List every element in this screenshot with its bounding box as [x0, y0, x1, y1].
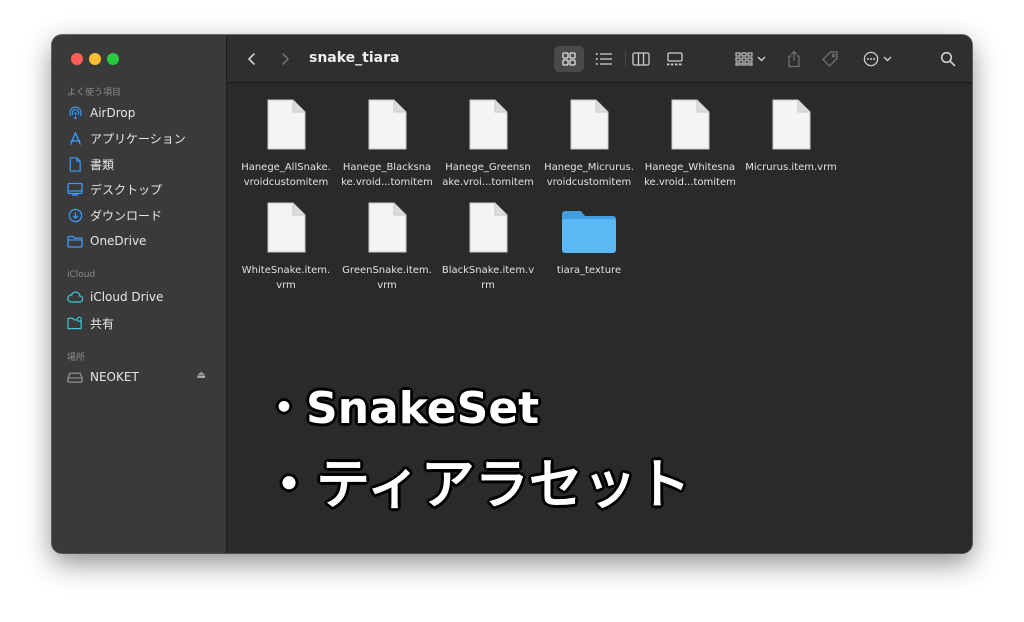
sidebar-item-downloads[interactable]: ダウンロード: [62, 204, 218, 226]
file-name: BlackSnake.item.v rm: [441, 265, 535, 291]
sidebar-item-label: デスクトップ: [90, 182, 163, 197]
sidebar-item-airdrop[interactable]: AirDrop: [62, 102, 218, 124]
desktop-icon: [67, 181, 83, 197]
file-name: Hanege_Micrurus. vroidcustomitem: [544, 162, 634, 188]
document-icon: [266, 99, 306, 151]
sidebar: よく使う項目 AirDrop アプリケーション 書類 デスクトップ ダウンロード…: [52, 35, 227, 553]
folder-icon: [67, 233, 83, 249]
chevron-right-icon: [282, 53, 289, 65]
gallery-view-button[interactable]: [663, 48, 687, 70]
file-item[interactable]: Hanege_Micrurus. vroidcustomitem: [539, 99, 639, 190]
file-item[interactable]: Micrurus.item.vrm: [741, 99, 841, 175]
document-icon: [771, 99, 811, 151]
file-name: GreenSnake.item. vrm: [342, 265, 432, 291]
share-button[interactable]: [783, 48, 805, 70]
sidebar-item-label: 共有: [90, 316, 115, 331]
file-item[interactable]: WhiteSnake.item. vrm: [236, 202, 336, 293]
file-item[interactable]: GreenSnake.item. vrm: [337, 202, 437, 293]
toolbar: snake_tiara: [227, 35, 972, 83]
sidebar-item-label: iCloud Drive: [90, 290, 164, 304]
group-by-button[interactable]: [732, 48, 768, 70]
folder-item[interactable]: tiara_texture: [539, 202, 639, 278]
applications-icon: [67, 130, 83, 146]
eject-icon[interactable]: ⏏: [197, 370, 206, 381]
folder-icon: [561, 202, 617, 254]
sidebar-item-neoket[interactable]: NEOKET ⏏: [62, 366, 218, 388]
document-icon: [67, 156, 83, 172]
sidebar-item-label: AirDrop: [90, 106, 136, 120]
back-button[interactable]: [241, 48, 263, 70]
sidebar-item-desktop[interactable]: デスクトップ: [62, 178, 218, 200]
tag-icon: [822, 51, 838, 67]
sidebar-item-label: 書類: [90, 157, 115, 172]
search-icon: [940, 51, 956, 67]
columns-icon: [632, 52, 650, 66]
sidebar-item-onedrive[interactable]: OneDrive: [62, 230, 218, 252]
document-icon: [670, 99, 710, 151]
sidebar-item-label: NEOKET: [90, 370, 139, 384]
sidebar-item-label: OneDrive: [90, 234, 147, 248]
document-icon: [266, 202, 306, 254]
sidebar-item-applications[interactable]: アプリケーション: [62, 127, 218, 149]
sidebar-item-label: アプリケーション: [90, 131, 186, 146]
forward-button[interactable]: [274, 48, 296, 70]
file-name: Micrurus.item.vrm: [745, 162, 837, 173]
list-icon: [595, 53, 612, 65]
file-name: WhiteSnake.item. vrm: [241, 265, 331, 291]
file-item[interactable]: Hanege_Greensn ake.vroi...tomitem: [438, 99, 538, 190]
file-name: Hanege_AllSnake. vroidcustomitem: [241, 162, 331, 188]
close-window-button[interactable]: [71, 53, 83, 65]
drive-icon: [67, 369, 83, 385]
toolbar-divider: [625, 51, 626, 67]
list-view-button[interactable]: [593, 48, 615, 70]
column-view-button[interactable]: [629, 48, 653, 70]
file-name: Hanege_Blacksna ke.vroid...tomitem: [341, 162, 433, 188]
locations-section-label: 場所: [67, 353, 86, 363]
favorites-section-label: よく使う項目: [67, 88, 122, 98]
ellipsis-circle-icon: [863, 51, 878, 67]
icloud-section-label: iCloud: [67, 270, 96, 280]
sidebar-item-icloud-drive[interactable]: iCloud Drive: [62, 286, 218, 308]
file-name: Hanege_Greensn ake.vroi...tomitem: [442, 162, 534, 188]
sidebar-item-shared[interactable]: 共有: [62, 312, 218, 334]
shared-folder-icon: [67, 315, 83, 331]
chevron-down-icon: [883, 56, 891, 62]
minimize-window-button[interactable]: [89, 53, 101, 65]
file-item[interactable]: Hanege_Blacksna ke.vroid...tomitem: [337, 99, 437, 190]
chevron-down-icon: [757, 56, 765, 62]
document-icon: [468, 202, 508, 254]
search-button[interactable]: [936, 48, 960, 70]
tag-button[interactable]: [819, 48, 841, 70]
document-icon: [367, 99, 407, 151]
window-title: snake_tiara: [309, 50, 400, 66]
grid-icon: [562, 52, 576, 66]
file-item[interactable]: Hanege_Whitesna ke.vroid...tomitem: [640, 99, 740, 190]
group-grid-icon: [734, 52, 753, 66]
document-icon: [367, 202, 407, 254]
zoom-window-button[interactable]: [107, 53, 119, 65]
gallery-icon: [667, 52, 683, 66]
airdrop-icon: [67, 105, 83, 121]
document-icon: [468, 99, 508, 151]
share-icon: [788, 50, 800, 68]
file-item[interactable]: Hanege_AllSnake. vroidcustomitem: [236, 99, 336, 190]
sidebar-item-label: ダウンロード: [90, 208, 163, 223]
cloud-icon: [67, 289, 83, 305]
sidebar-item-documents[interactable]: 書類: [62, 153, 218, 175]
icon-view-button[interactable]: [554, 46, 584, 72]
file-name: Hanege_Whitesna ke.vroid...tomitem: [644, 162, 736, 188]
document-icon: [569, 99, 609, 151]
file-item[interactable]: BlackSnake.item.v rm: [438, 202, 538, 293]
overlay-caption-tiara-set: ・ティアラセット: [262, 453, 691, 516]
overlay-caption-snakeset: ・SnakeSet: [262, 383, 540, 434]
chevron-left-icon: [248, 53, 255, 65]
download-icon: [67, 207, 83, 223]
more-actions-button[interactable]: [859, 48, 895, 70]
folder-name: tiara_texture: [556, 265, 622, 276]
